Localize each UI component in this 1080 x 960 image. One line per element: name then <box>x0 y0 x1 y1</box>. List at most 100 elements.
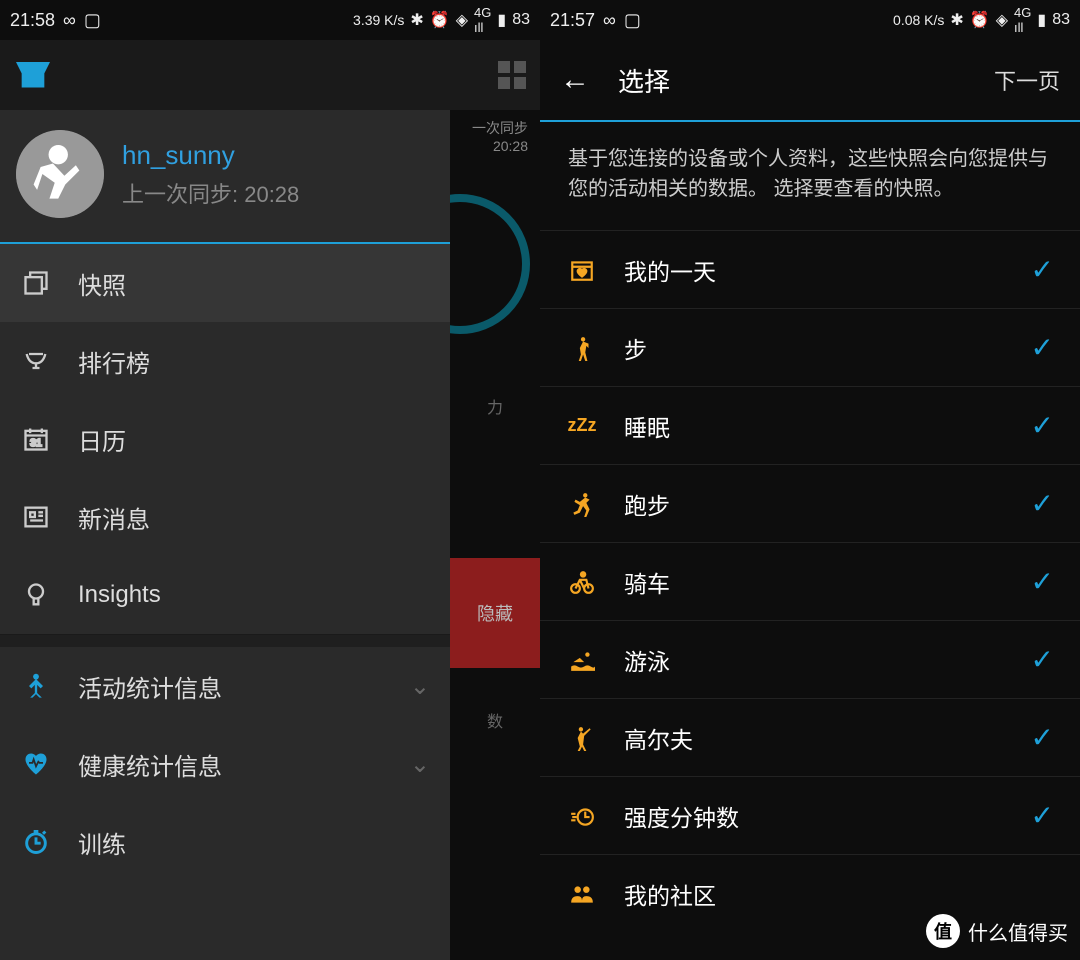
calendar-icon: 31 <box>20 423 52 455</box>
select-sleep[interactable]: zZz 睡眠 ✓ <box>540 386 1080 464</box>
select-golf[interactable]: 高尔夫 ✓ <box>540 698 1080 776</box>
status-time: 21:57 <box>550 10 595 31</box>
inbox-icon[interactable] <box>16 62 50 88</box>
insights-icon <box>20 579 52 611</box>
health-icon <box>20 748 52 780</box>
menu-label: 排行榜 <box>78 344 150 379</box>
menu-label: 活动统计信息 <box>78 669 222 704</box>
watermark-text: 什么值得买 <box>968 917 1068 946</box>
profile-section[interactable]: hn_sunny 上一次同步: 20:28 <box>0 110 450 242</box>
select-bike[interactable]: 骑车 ✓ <box>540 542 1080 620</box>
select-intensity[interactable]: 强度分钟数 ✓ <box>540 776 1080 854</box>
select-list: 我的一天 ✓ 步 ✓ zZz 睡眠 ✓ 跑步 ✓ 骑车 ✓ 游泳 ✓ <box>540 230 1080 932</box>
menu-label: 日历 <box>78 422 126 457</box>
check-icon: ✓ <box>1031 253 1054 286</box>
item-label: 我的社区 <box>624 877 716 911</box>
item-label: 跑步 <box>624 487 670 521</box>
news-icon <box>20 501 52 533</box>
username: hn_sunny <box>122 140 299 171</box>
battery-level: 83 <box>1052 11 1070 29</box>
check-icon: ✓ <box>1031 721 1054 754</box>
battery-icon: ▮ <box>1037 10 1046 30</box>
alarm-icon: ⏰ <box>970 10 990 30</box>
leaderboard-icon <box>20 345 52 377</box>
watermark-logo: 值 <box>926 914 960 948</box>
check-icon: ✓ <box>1031 331 1054 364</box>
background-content: 一次同步 20:28 力 隐藏 数 <box>450 40 540 960</box>
wifi-icon: ◈ <box>996 10 1008 30</box>
infinity-icon: ∞ <box>603 10 616 31</box>
wifi-icon: ◈ <box>456 10 468 30</box>
menu-news[interactable]: 新消息 <box>0 478 450 556</box>
alarm-icon: ⏰ <box>430 10 450 30</box>
menu-snapshot[interactable]: 快照 <box>0 244 450 322</box>
snapshot-icon <box>20 267 52 299</box>
check-icon: ✓ <box>1031 643 1054 676</box>
navigation-drawer: hn_sunny 上一次同步: 20:28 快照 排行榜 31 日历 新消息 I… <box>0 40 450 960</box>
signal-icon: 4Gıll <box>1014 5 1031 35</box>
item-label: 睡眠 <box>624 409 670 443</box>
header-title: 选择 <box>618 62 670 99</box>
menu-label: Insights <box>78 581 161 609</box>
menu-label: 训练 <box>78 825 126 860</box>
select-swim[interactable]: 游泳 ✓ <box>540 620 1080 698</box>
check-icon: ✓ <box>1031 799 1054 832</box>
item-label: 高尔夫 <box>624 721 693 755</box>
status-time: 21:58 <box>10 10 55 31</box>
status-bar: 21:58 ∞ ▢ 3.39 K/s ✱ ⏰ ◈ 4Gıll ▮ 83 <box>0 0 540 40</box>
hide-button[interactable]: 隐藏 <box>450 558 540 668</box>
chevron-down-icon: ⌄ <box>410 750 430 779</box>
menu-insights[interactable]: Insights <box>0 556 450 634</box>
item-label: 骑车 <box>624 565 670 599</box>
bluetooth-icon: ✱ <box>410 10 423 30</box>
battery-level: 83 <box>512 11 530 29</box>
bluetooth-icon: ✱ <box>950 10 963 30</box>
check-icon: ✓ <box>1031 487 1054 520</box>
picture-icon: ▢ <box>84 10 101 31</box>
watermark: 值 什么值得买 <box>926 914 1068 948</box>
golf-icon <box>566 725 598 751</box>
item-label: 强度分钟数 <box>624 799 739 833</box>
training-icon <box>20 826 52 858</box>
item-label: 步 <box>624 331 647 365</box>
menu-training[interactable]: 训练 <box>0 803 450 881</box>
left-screen: 21:58 ∞ ▢ 3.39 K/s ✱ ⏰ ◈ 4Gıll ▮ 83 一次同步… <box>0 0 540 960</box>
infinity-icon: ∞ <box>63 10 76 31</box>
chevron-down-icon: ⌄ <box>410 672 430 701</box>
activity-icon <box>20 670 52 702</box>
menu-label: 新消息 <box>78 500 150 535</box>
intensity-icon <box>566 803 598 829</box>
menu-label: 快照 <box>78 266 126 301</box>
bike-icon <box>566 569 598 595</box>
calendar-heart-icon <box>566 257 598 283</box>
walk-icon <box>566 335 598 361</box>
picture-icon: ▢ <box>624 10 641 31</box>
menu-label: 健康统计信息 <box>78 747 222 782</box>
menu-health-stats[interactable]: 健康统计信息 ⌄ <box>0 725 450 803</box>
select-steps[interactable]: 步 ✓ <box>540 308 1080 386</box>
select-my-day[interactable]: 我的一天 ✓ <box>540 230 1080 308</box>
status-bar: 21:57 ∞ ▢ 0.08 K/s ✱ ⏰ ◈ 4Gıll ▮ 83 <box>540 0 1080 40</box>
svg-text:31: 31 <box>30 437 42 449</box>
status-speed: 0.08 K/s <box>893 12 944 28</box>
check-icon: ✓ <box>1031 565 1054 598</box>
sleep-icon: zZz <box>566 415 598 436</box>
select-run[interactable]: 跑步 ✓ <box>540 464 1080 542</box>
progress-ring <box>450 194 530 334</box>
avatar <box>16 130 104 218</box>
swim-icon <box>566 647 598 673</box>
header: ← 选择 下一页 <box>540 40 1080 120</box>
right-screen: 21:57 ∞ ▢ 0.08 K/s ✱ ⏰ ◈ 4Gıll ▮ 83 ← 选择… <box>540 0 1080 960</box>
signal-icon: 4Gıll <box>474 5 491 35</box>
grid-icon[interactable] <box>498 61 526 89</box>
status-speed: 3.39 K/s <box>353 12 404 28</box>
check-icon: ✓ <box>1031 409 1054 442</box>
back-button[interactable]: ← <box>560 63 590 97</box>
next-button[interactable]: 下一页 <box>994 64 1060 96</box>
menu-activity-stats[interactable]: 活动统计信息 ⌄ <box>0 647 450 725</box>
item-label: 我的一天 <box>624 253 716 287</box>
last-sync: 上一次同步: 20:28 <box>122 177 299 209</box>
item-label: 游泳 <box>624 643 670 677</box>
menu-calendar[interactable]: 31 日历 <box>0 400 450 478</box>
menu-leaderboard[interactable]: 排行榜 <box>0 322 450 400</box>
